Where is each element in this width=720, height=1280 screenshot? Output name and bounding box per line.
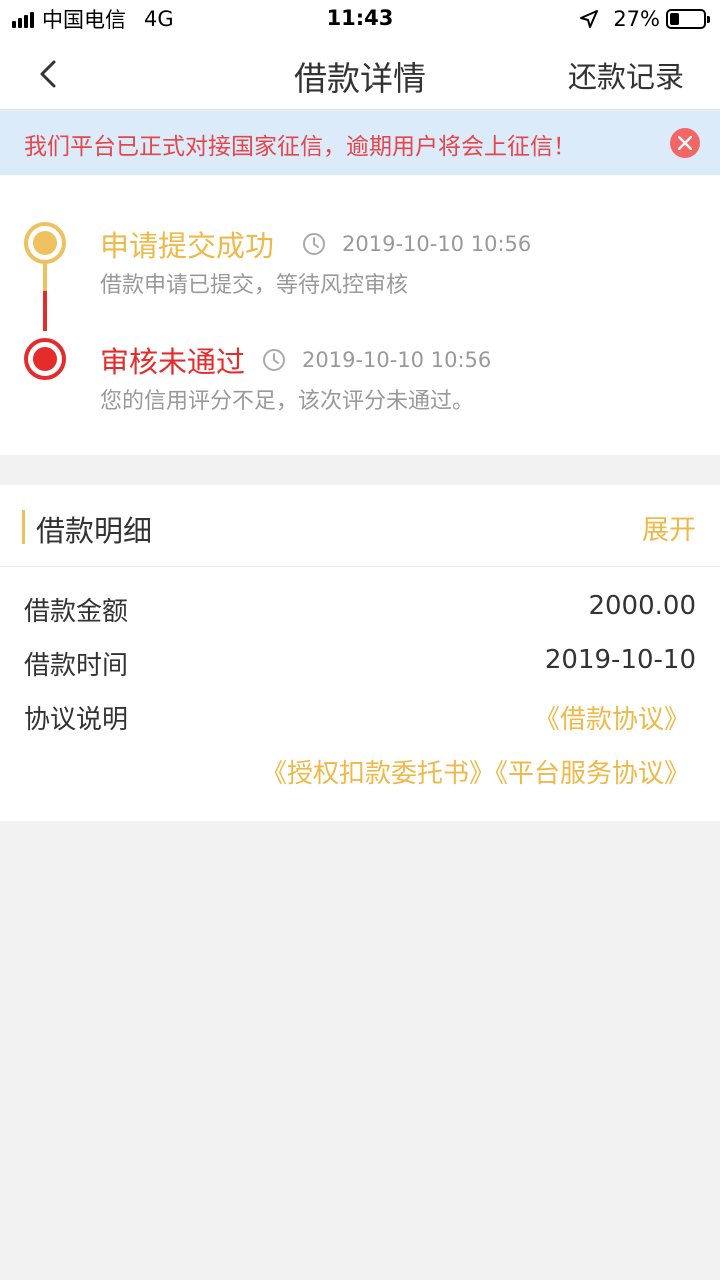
authorization-and-service-agreement-links[interactable]: 《授权扣款委托书》《平台服务协议》 (261, 753, 690, 790)
loan-details-card: 借款明细 展开 借款金额 2000.00 借款时间 2019-10-10 协议说… (0, 485, 720, 821)
loan-date-label: 借款时间 (24, 651, 129, 681)
location-arrow-icon (580, 10, 599, 28)
timeline-time-rejected: 2019-10-10 10:56 (302, 348, 492, 372)
expand-button[interactable]: 展开 (642, 508, 696, 547)
timeline-dot-submitted (24, 222, 66, 264)
timeline-desc-submitted: 借款申请已提交，等待风控审核 (100, 273, 409, 298)
nav-bar: 借款详情 还款记录 (0, 38, 720, 110)
timeline-time-submitted: 2019-10-10 10:56 (342, 232, 532, 256)
credit-notice-banner: 我们平台已正式对接国家征信，逾期用户将会上征信！ (0, 111, 720, 175)
battery-percent: 27% (613, 7, 660, 31)
loan-details-header: 借款明细 展开 (0, 485, 720, 567)
section-accent-bar (22, 510, 25, 544)
loan-details-screen: 中国电信 4G 11:43 27% 借款详情 还款记录 我们平台已正式对接国家征… (0, 0, 720, 1280)
timeline-dot-rejected (24, 338, 66, 380)
battery-level-fill (670, 13, 679, 25)
loan-status-timeline: 申请提交成功 2019-10-10 10:56 借款申请已提交，等待风控审核 审… (0, 175, 720, 455)
loan-agreement-link[interactable]: 《借款协议》 (534, 699, 690, 736)
timeline-connector (43, 291, 47, 331)
notice-text: 我们平台已正式对接国家征信，逾期用户将会上征信！ (24, 134, 576, 160)
loan-amount-label: 借款金额 (24, 597, 129, 627)
timeline-desc-rejected: 您的信用评分不足，该次评分未通过。 (100, 389, 475, 414)
close-notice-button[interactable] (670, 128, 700, 158)
timeline-title-rejected: 审核未通过 (100, 345, 246, 379)
battery-icon (666, 9, 710, 29)
clock-icon (303, 233, 325, 255)
timeline-title-submitted: 申请提交成功 (100, 229, 275, 263)
status-bar-right: 27% (579, 7, 710, 31)
status-bar: 中国电信 4G 11:43 27% (0, 0, 720, 38)
loan-amount-value: 2000.00 (588, 591, 696, 621)
repayment-records-button[interactable]: 还款记录 (568, 54, 684, 96)
loan-date-value: 2019-10-10 (544, 645, 696, 675)
loan-details-title: 借款明细 (36, 514, 153, 548)
close-icon (678, 136, 692, 150)
clock-icon (263, 349, 285, 371)
agreement-label: 协议说明 (24, 705, 129, 735)
